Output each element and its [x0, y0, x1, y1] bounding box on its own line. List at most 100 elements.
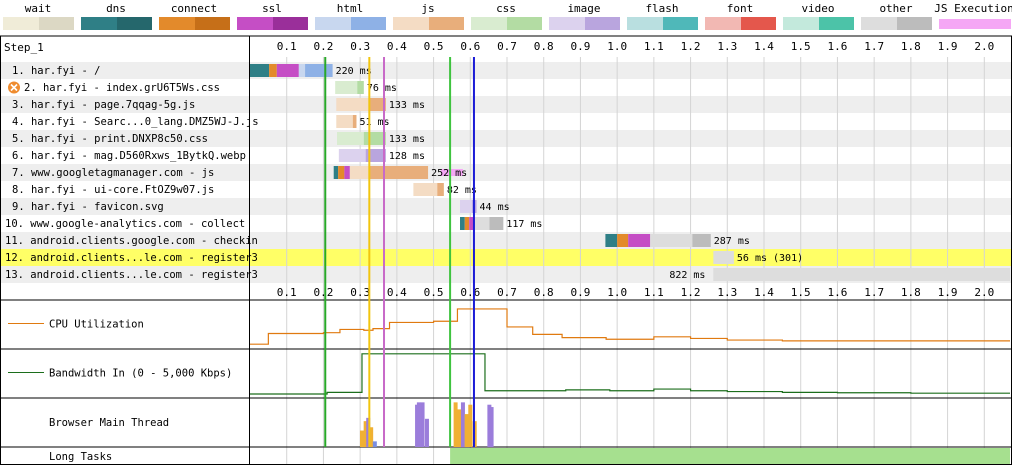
x-tick-label: 0.8 [534, 286, 554, 299]
legend-label-css: css [496, 2, 516, 15]
bar-download [692, 234, 711, 247]
legend: wait dns connect ssl html js css image flash font… [3, 2, 1012, 30]
main-thread-bar [359, 430, 364, 447]
long-task-bar [450, 448, 1010, 465]
request-label: 9. har.fyi - favicon.svg [12, 201, 164, 213]
legend-swatch-js-execution [939, 19, 1011, 29]
x-tick-label: 0.7 [497, 40, 517, 53]
request-timing: 822 ms [669, 270, 705, 281]
x-tick-label: 1.9 [938, 286, 958, 299]
bar-download [437, 183, 444, 196]
main-thread-bar [453, 402, 458, 447]
legend-swatch-light [3, 17, 39, 30]
legend-label-connect: connect [171, 2, 217, 15]
request-label: 10. www.google-analytics.com - collect [5, 218, 245, 230]
bar-ttfb [713, 268, 1010, 281]
x-tick-label: 0.3 [350, 286, 370, 299]
legend-label-video: video [801, 2, 834, 15]
legend-label-font: font [727, 2, 754, 15]
x-tick-label: 0.4 [387, 286, 407, 299]
request-label: 7. www.googletagmanager.com - js [12, 167, 214, 179]
legend-swatch-light [315, 17, 351, 30]
x-tick-label: 0.6 [460, 40, 480, 53]
bar-connect [464, 217, 470, 230]
x-tick-label: 1.2 [681, 286, 701, 299]
x-tick-label: 1.1 [644, 286, 664, 299]
x-tick-label: 0.9 [570, 286, 590, 299]
x-tick-label: 0.2 [313, 40, 333, 53]
main-thread-bar [489, 407, 494, 447]
bar-ttfb [336, 98, 370, 111]
x-tick-label: 1.7 [864, 40, 884, 53]
request-label: 13. android.clients...le.com - register3 [5, 269, 258, 281]
request-label: 1. har.fyi - / [12, 65, 101, 77]
legend-swatch-dark [507, 17, 542, 30]
legend-label-html: html [337, 2, 364, 15]
x-tick-label: 1.5 [791, 40, 811, 53]
main-thread-label: Browser Main Thread [49, 417, 169, 429]
bar-download [489, 217, 504, 230]
legend-label-dns: dns [106, 2, 126, 15]
legend-swatch-dark [819, 17, 854, 30]
legend-label-js: js [421, 2, 434, 15]
legend-label-ssl: ssl [262, 2, 282, 15]
bar-ttfb [336, 115, 353, 128]
x-tick-label: 1.1 [644, 40, 664, 53]
x-tick-label: 1.6 [828, 286, 848, 299]
request-timing: 128 ms [389, 151, 425, 162]
main-thread-bar [457, 409, 462, 447]
bar-ssl [344, 166, 350, 179]
waterfall-chart: wait dns connect ssl html js css image flash font… [0, 0, 1012, 465]
request-timing: 133 ms [389, 100, 425, 111]
legend-swatch-light [705, 17, 741, 30]
main-thread-bar [420, 402, 425, 447]
x-tick-label: 1.7 [864, 286, 884, 299]
main-thread-bar [416, 402, 421, 447]
legend-swatch-dark [897, 17, 932, 30]
bar-ttfb [650, 234, 693, 247]
request-label: 3. har.fyi - page.7qqag-5g.js [12, 99, 195, 111]
legend-swatch-light [627, 17, 663, 30]
bar-ssl [628, 234, 651, 247]
bar-download [352, 115, 357, 128]
x-tick-label: 0.7 [497, 286, 517, 299]
bar-ttfb [335, 81, 358, 94]
bar-ttfb [298, 64, 306, 77]
long-tasks-label: Long Tasks [49, 451, 112, 463]
x-tick-label: 0.2 [313, 286, 333, 299]
legend-swatch-dark [663, 17, 698, 30]
x-tick-label: 1.0 [607, 40, 627, 53]
row-bg [0, 62, 1012, 79]
request-label: 2. har.fyi - index.grU6T5Ws.css [24, 82, 220, 94]
legend-swatch-dark [429, 17, 464, 30]
bar-connect [617, 234, 629, 247]
main-thread-bar [464, 414, 469, 447]
bar-download [305, 64, 333, 77]
legend-swatch-light [471, 17, 507, 30]
bar-ttfb [349, 166, 369, 179]
legend-label-wait: wait [25, 2, 52, 15]
x-tick-label: 0.5 [424, 286, 444, 299]
metric-panels: CPU Utilization Bandwidth In (0 - 5,000 K… [0, 299, 1012, 465]
bar-ttfb [460, 200, 473, 213]
request-timing: 287 ms [714, 236, 750, 247]
main-thread-bar [424, 418, 429, 447]
request-label: 5. har.fyi - print.DNXP8c50.css [12, 133, 208, 145]
bar-download [363, 132, 386, 145]
legend-swatch-light [783, 17, 819, 30]
bar-ttfb [713, 251, 734, 264]
bar-ttfb [338, 149, 366, 162]
legend-swatch-light [237, 17, 273, 30]
bar-download [368, 166, 429, 179]
bar-ttfb [337, 132, 364, 145]
request-timing: 133 ms [389, 134, 425, 145]
x-tick-label: 0.1 [277, 40, 297, 53]
bar-dns [605, 234, 618, 247]
x-tick-label: 1.3 [717, 286, 737, 299]
bar-ssl [276, 64, 299, 77]
legend-swatch-light [549, 17, 585, 30]
request-timing: 51 ms [359, 117, 389, 128]
request-label: 6. har.fyi - mag.D560Rxws_1BytkQ.webp [12, 150, 246, 162]
request-label: 8. har.fyi - ui-core.FtOZ9w07.js [12, 184, 214, 196]
main-thread-bar [372, 441, 377, 447]
